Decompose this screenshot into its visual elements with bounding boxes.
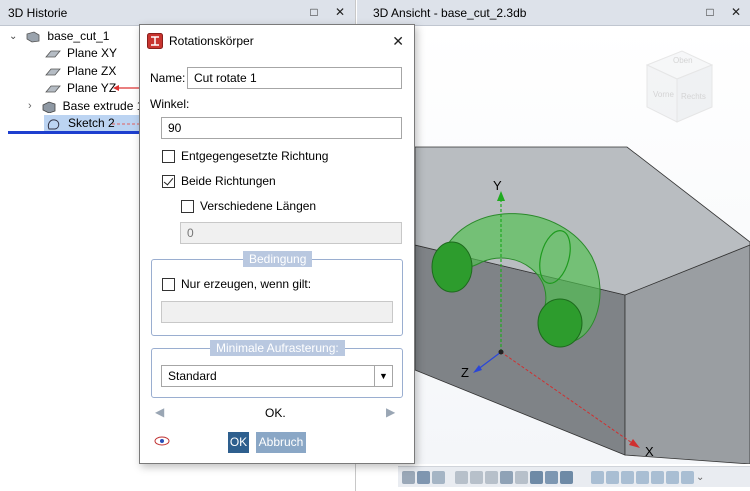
axis-z-label: Z [461,365,469,380]
different-lengths-label: Verschiedene Längen [200,199,317,213]
rotation-body-icon [147,33,163,49]
viewcube-front-label: Vorne [653,90,674,99]
rotation-dialog: Rotationskörper ✕ Name: Cut rotate 1 Win… [139,24,415,464]
wireframe-icon[interactable] [545,470,558,484]
nav-prev-icon[interactable]: ◀ [155,405,164,419]
plane-icon [45,85,61,92]
tree-underline [8,131,139,134]
condition-group [151,259,403,336]
extrude-icon [42,101,56,113]
3d-viewport[interactable]: Oben Vorne Rechts Y X Z [357,27,750,464]
nav-label: OK. [265,406,286,420]
cancel-button[interactable]: Abbruch [256,432,306,453]
dialog-title: Rotationskörper [169,34,254,48]
view-mode-icon[interactable] [402,470,415,484]
red-dash-icon [112,123,139,125]
viewcube-top-label: Oben [673,56,693,65]
name-label: Name: [150,71,186,85]
view-toolbar: ⌄ [398,466,750,487]
rotate-icon[interactable] [485,470,498,484]
ok-button[interactable]: OK [228,432,249,453]
view-right-icon[interactable] [636,470,649,484]
shading-icon[interactable] [530,470,543,484]
part-icon [26,31,40,42]
close-icon[interactable]: ✕ [729,5,743,19]
view-bottom-icon[interactable] [666,470,679,484]
both-directions-label: Beide Richtungen [181,174,276,188]
eye-icon[interactable] [154,436,170,446]
history-panel-title: 3D Historie [8,5,68,20]
plane-icon [45,50,61,57]
hidden-lines-icon[interactable] [560,470,573,484]
dialog-titlebar: Rotationskörper ✕ [140,25,414,57]
tree-item-plane-yz[interactable]: Plane YZ [45,80,116,97]
raster-select[interactable]: Standard ▼ [161,365,393,387]
tree-item-label: Sketch 2 [68,116,115,130]
view-iso-icon[interactable] [681,470,694,484]
toolbar-more-icon[interactable]: ⌄ [696,472,704,483]
measure-icon[interactable] [515,470,528,484]
angle-field[interactable]: 90 [161,117,402,139]
both-directions-checkbox[interactable] [162,175,175,188]
length-field[interactable]: 0 [180,222,402,244]
opposite-direction-checkbox[interactable] [162,150,175,163]
tree-item-label: Plane XY [67,46,118,60]
axis-y-label: Y [493,178,502,193]
view-back-icon[interactable] [606,470,619,484]
expand-chevron-icon[interactable]: › [28,98,32,115]
plane-icon [45,68,61,75]
tree-root[interactable]: ⌄ base_cut_1 [9,28,109,45]
view-left-icon[interactable] [621,470,634,484]
dialog-close-icon[interactable]: ✕ [392,33,404,50]
view-front-icon[interactable] [591,470,604,484]
close-icon[interactable]: ✕ [333,5,347,19]
view-mode-icon[interactable] [432,470,445,484]
view-mode-icon[interactable] [417,470,430,484]
view-cube[interactable]: Oben Vorne Rechts [645,50,714,123]
opposite-direction-label: Entgegengesetzte Richtung [181,149,329,163]
view-top-icon[interactable] [651,470,664,484]
tree-root-label: base_cut_1 [47,29,110,43]
maximize-icon[interactable]: □ [703,5,717,19]
nav-next-icon[interactable]: ▶ [386,405,395,419]
view-panel-title: 3D Ansicht - base_cut_2.3db [373,5,527,20]
name-field[interactable]: Cut rotate 1 [187,67,402,89]
tree-item-plane-zx[interactable]: Plane ZX [45,63,116,80]
view-panel-header: 3D Ansicht - base_cut_2.3db [357,0,750,26]
maximize-icon[interactable]: □ [307,5,321,19]
collapse-chevron-icon[interactable]: ⌄ [9,28,17,45]
tree-item-base-extrude[interactable]: › Base extrude 1 [28,98,143,115]
dropdown-arrow-icon[interactable]: ▼ [374,366,392,386]
different-lengths-checkbox[interactable] [181,200,194,213]
condition-field[interactable] [161,301,393,323]
history-panel-header: 3D Historie [0,0,355,26]
red-arrow-icon [113,85,139,91]
raster-select-value: Standard [168,369,217,383]
viewcube-right-label: Rechts [681,92,706,101]
angle-label: Winkel: [150,97,190,111]
axis-x-label: X [645,444,654,459]
condition-checkbox-label: Nur erzeugen, wenn gilt: [181,277,312,291]
condition-group-title: Bedingung [243,251,313,267]
zoom-icon[interactable] [455,470,468,484]
sketch-icon [47,118,60,129]
raster-group-title: Minimale Aufrasterung: [210,340,345,356]
tree-item-plane-xy[interactable]: Plane XY [45,45,117,62]
tree-item-label: Plane YZ [67,81,117,95]
pan-icon[interactable] [470,470,483,484]
tree-item-label: Base extrude 1 [62,99,144,113]
section-icon[interactable] [500,470,513,484]
condition-checkbox[interactable] [162,278,175,291]
tree-item-label: Plane ZX [67,64,117,78]
